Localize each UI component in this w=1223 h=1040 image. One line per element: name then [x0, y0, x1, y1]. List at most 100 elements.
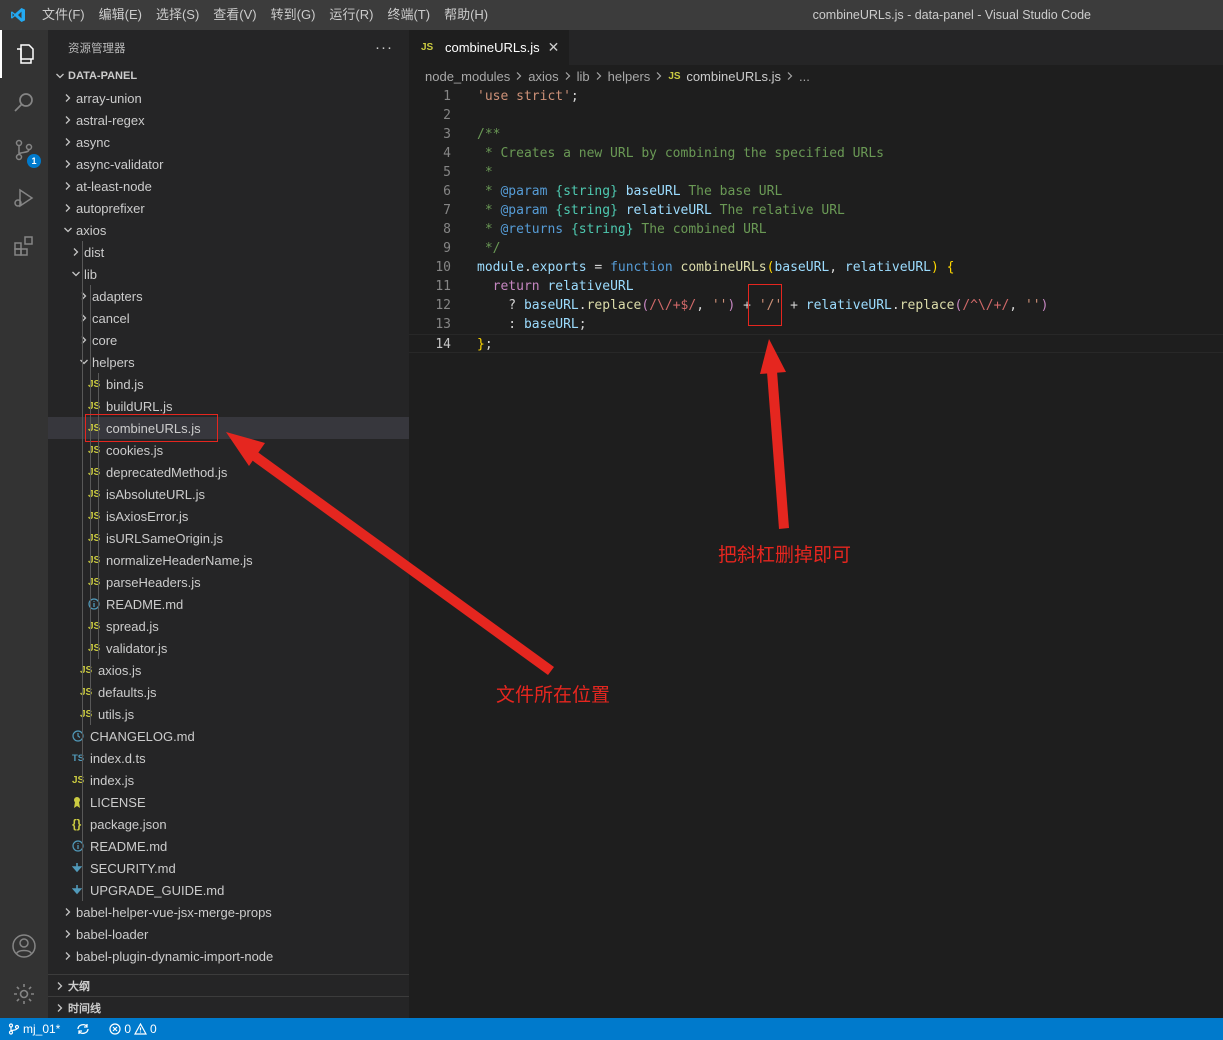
code-editor[interactable]: 1 'use strict'; 2 3 /** 4 * Creates a new URL… — [409, 87, 1223, 353]
file-item[interactable]: JS spread.js — [48, 615, 409, 637]
menu-item[interactable]: 文件(F) — [35, 0, 92, 30]
run-debug-icon[interactable] — [0, 174, 48, 222]
line-content: * Creates a new URL by combining the spe… — [477, 144, 884, 163]
indent-guide — [90, 373, 91, 395]
code-token: ) — [1040, 298, 1049, 313]
folder-item[interactable]: dist — [48, 241, 409, 263]
menu-item[interactable]: 帮助(H) — [437, 0, 495, 30]
folder-item[interactable]: adapters — [48, 285, 409, 307]
file-item[interactable]: SECURITY.md — [48, 857, 409, 879]
file-item[interactable]: README.md — [48, 835, 409, 857]
tree-item-label: astral-regex — [76, 112, 145, 128]
tree-item-label: README.md — [90, 838, 168, 854]
breadcrumb-symbol[interactable]: ... — [799, 69, 810, 84]
extensions-icon[interactable] — [0, 222, 48, 270]
branch-indicator[interactable]: mj_01* — [0, 1018, 68, 1040]
file-item[interactable]: JS normalizeHeaderName.js — [48, 549, 409, 571]
breadcrumb-separator-icon — [564, 69, 572, 84]
file-item[interactable]: JS axios.js — [48, 659, 409, 681]
line-number: 13 — [435, 317, 451, 332]
menu-item[interactable]: 编辑(E) — [92, 0, 149, 30]
indent-guide — [82, 703, 83, 725]
folder-item[interactable]: lib — [48, 263, 409, 285]
code-token: return — [492, 279, 540, 294]
timeline-section-header[interactable]: 时间线 — [48, 996, 409, 1018]
explorer-header: 资源管理器 ··· — [48, 30, 409, 65]
folder-item[interactable]: async — [48, 131, 409, 153]
file-item[interactable]: UPGRADE_GUIDE.md — [48, 879, 409, 901]
menu-item[interactable]: 选择(S) — [149, 0, 206, 30]
line-content: */ — [477, 239, 501, 258]
file-item[interactable]: JS utils.js — [48, 703, 409, 725]
file-item[interactable]: JS validator.js — [48, 637, 409, 659]
file-item[interactable]: JS parseHeaders.js — [48, 571, 409, 593]
sync-button[interactable] — [68, 1018, 101, 1040]
file-item[interactable]: JS isAxiosError.js — [48, 505, 409, 527]
file-item[interactable]: JS index.js — [48, 769, 409, 791]
code-token: } — [477, 337, 485, 352]
menu-item[interactable]: 运行(R) — [322, 0, 380, 30]
file-item[interactable]: JS isURLSameOrigin.js — [48, 527, 409, 549]
explorer-icon[interactable] — [0, 30, 48, 78]
folder-item[interactable]: astral-regex — [48, 109, 409, 131]
indent-guide — [82, 329, 83, 351]
indent-guide — [90, 593, 91, 615]
file-item[interactable]: JS bind.js — [48, 373, 409, 395]
file-item[interactable]: JS combineURLs.js — [48, 414, 409, 442]
folder-item[interactable]: babel-helper-vue-jsx-merge-props — [48, 901, 409, 923]
folder-item[interactable]: array-union — [48, 87, 409, 109]
folder-item[interactable]: at-least-node — [48, 175, 409, 197]
breadcrumb-item[interactable]: axios — [528, 69, 558, 84]
timeline-label: 时间线 — [68, 1002, 101, 1015]
accounts-icon[interactable] — [0, 922, 48, 970]
folder-item[interactable]: async-validator — [48, 153, 409, 175]
folder-item[interactable]: helpers — [48, 351, 409, 373]
search-icon[interactable] — [0, 78, 48, 126]
file-item[interactable]: TS index.d.ts — [48, 747, 409, 769]
menu-item[interactable]: 终端(T) — [380, 0, 437, 30]
file-item[interactable]: JS isAbsoluteURL.js — [48, 483, 409, 505]
more-actions-icon[interactable]: ··· — [375, 39, 393, 56]
indent-guide — [82, 241, 83, 263]
folder-item[interactable]: cancel — [48, 307, 409, 329]
indent-guide — [90, 285, 91, 307]
source-control-icon[interactable]: 1 — [0, 126, 48, 174]
line-content: * @returns {string} The combined URL — [477, 220, 767, 239]
breadcrumb-item[interactable]: lib — [577, 69, 590, 84]
folder-item[interactable]: babel-plugin-dynamic-import-node — [48, 945, 409, 967]
folder-item[interactable]: axios — [48, 219, 409, 241]
outline-section-header[interactable]: 大纲 — [48, 974, 409, 996]
breadcrumb-file[interactable]: combineURLs.js — [686, 69, 781, 84]
breadcrumb-item[interactable]: helpers — [608, 69, 651, 84]
code-token: , — [696, 298, 712, 313]
close-icon[interactable]: ✕ — [548, 39, 560, 56]
tab-combineurls[interactable]: JS combineURLs.js ✕ — [409, 30, 570, 65]
chevron-right-icon — [60, 951, 76, 961]
file-item[interactable]: README.md — [48, 593, 409, 615]
folder-item[interactable]: autoprefixer — [48, 197, 409, 219]
line-content: /** — [477, 125, 500, 144]
code-token: {string} — [570, 222, 634, 237]
file-item[interactable]: JS deprecatedMethod.js — [48, 461, 409, 483]
menu-item[interactable]: 查看(V) — [206, 0, 263, 30]
file-item[interactable]: CHANGELOG.md — [48, 725, 409, 747]
menu-item[interactable]: 转到(G) — [264, 0, 323, 30]
workspace-section-header[interactable]: DATA-PANEL — [48, 65, 409, 87]
warning-count: 0 — [150, 1022, 157, 1036]
code-token: . — [578, 298, 587, 313]
line-number: 8 — [443, 222, 451, 237]
settings-gear-icon[interactable] — [0, 970, 48, 1018]
folder-item[interactable]: core — [48, 329, 409, 351]
file-item[interactable]: JS cookies.js — [48, 439, 409, 461]
problems-indicator[interactable]: 0 0 — [101, 1018, 164, 1040]
folder-item[interactable]: babel-loader — [48, 923, 409, 945]
code-token: ) — [931, 260, 939, 275]
file-item[interactable]: JS defaults.js — [48, 681, 409, 703]
file-item[interactable]: LICENSE — [48, 791, 409, 813]
file-item[interactable]: {} package.json — [48, 813, 409, 835]
chevron-right-icon — [60, 907, 76, 917]
breadcrumb-item[interactable]: node_modules — [425, 69, 510, 84]
info-file-icon — [72, 840, 90, 852]
line-content: }; — [477, 335, 493, 354]
